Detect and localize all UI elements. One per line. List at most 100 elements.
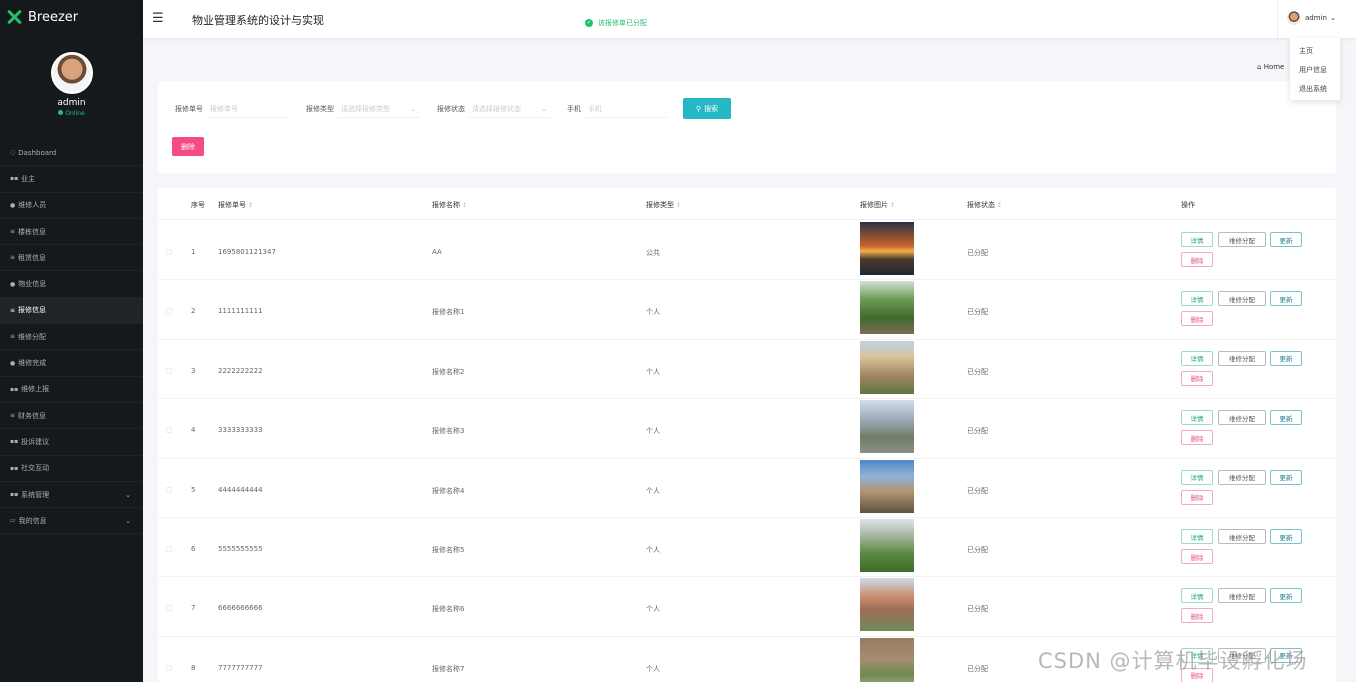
sidebar-item-label: 租赁信息 — [18, 253, 47, 262]
dropdown-item-home[interactable]: 主页 — [1290, 46, 1340, 65]
row-checkbox[interactable] — [166, 664, 172, 671]
detail-button[interactable]: 详情 — [1181, 469, 1213, 485]
update-button[interactable]: 更新 — [1270, 588, 1302, 604]
row-checkbox[interactable] — [166, 486, 172, 493]
sidebar-item[interactable]: ▪▪ 维修上报 — [0, 377, 143, 403]
detail-button[interactable]: 详情 — [1181, 410, 1213, 426]
row-checkbox[interactable] — [166, 367, 172, 374]
row-checkbox[interactable] — [166, 249, 172, 255]
sunset-photo[interactable] — [860, 222, 914, 275]
field-label: 报修类型 — [306, 105, 334, 113]
sidebar-item-label: 我的信息 — [18, 516, 47, 525]
col-status[interactable]: 报修状态 — [967, 200, 1002, 210]
assign-button[interactable]: 维修分配 — [1218, 469, 1266, 485]
phone-input[interactable]: 手机 — [585, 100, 667, 118]
detail-button[interactable]: 详情 — [1181, 350, 1213, 366]
building-photo[interactable] — [860, 340, 914, 394]
sidebar-item[interactable]: ≡ 维修分配 — [0, 324, 143, 351]
sidebar-item-label: 社交互动 — [21, 464, 50, 473]
search-panel: 报修单号 报修单号 报修类型 请选择报修类型 ⌄ 报修状态 请选择报修状态 ⌄ … — [158, 81, 1336, 173]
table-row: 2 1111111111 报修名称1 个人 已分配 详情 维修分配 更新 删除 — [158, 280, 1336, 340]
bulk-delete-button[interactable]: 删除 — [172, 137, 204, 156]
cell-type: 个人 — [646, 546, 660, 554]
street-photo[interactable] — [860, 400, 914, 454]
search-button[interactable]: ⚲ 搜索 — [683, 98, 731, 119]
status-select[interactable]: 请选择报修状态 ⌄ — [469, 100, 551, 118]
row-checkbox[interactable] — [166, 308, 172, 315]
courtyard-photo[interactable] — [860, 519, 914, 572]
sidebar-item[interactable]: ● 物业信息 — [0, 271, 143, 298]
type-select[interactable]: 请选择报修类型 ⌄ — [338, 100, 420, 118]
breadcrumb[interactable]: ⌂ Home — [1257, 63, 1284, 71]
col-number[interactable]: 报修单号 — [218, 200, 253, 210]
update-button[interactable]: 更新 — [1270, 350, 1302, 366]
sidebar-item-label: 楼栋信息 — [18, 227, 47, 236]
detail-button[interactable]: 详情 — [1181, 588, 1213, 604]
pin-icon: ● — [10, 280, 16, 288]
plaza-photo[interactable] — [860, 459, 914, 513]
sidebar-item[interactable]: ≡ 财务信息 — [0, 403, 143, 430]
path-photo[interactable] — [860, 637, 914, 682]
delete-button[interactable]: 删除 — [1181, 430, 1213, 446]
sidebar-item[interactable]: ▪▪ 系统管理 ⌄ — [0, 482, 143, 509]
list-icon: ≡ — [10, 412, 16, 420]
user-icon: ● — [10, 201, 16, 209]
topbar: ☰ 物业管理系统的设计与实现 ✓ 该报修单已分配 admin ⌄ — [143, 0, 1356, 38]
sidebar-item[interactable]: ▪▪ 社交互动 — [0, 456, 143, 482]
delete-button[interactable]: 删除 — [1181, 549, 1213, 564]
dropdown-item-profile[interactable]: 用户信息 — [1290, 65, 1340, 84]
assign-button[interactable]: 维修分配 — [1218, 232, 1266, 247]
col-name[interactable]: 报修名称 — [432, 200, 467, 210]
cell-index: 3 — [191, 366, 196, 375]
table-row: 1 1695801121347 AA 公共 已分配 详情 维修分配 更新 删除 — [158, 221, 1336, 281]
sidebar-profile: admin Online — [0, 34, 143, 140]
assign-button[interactable]: 维修分配 — [1218, 529, 1266, 544]
tower-photo[interactable] — [860, 578, 914, 632]
assign-button[interactable]: 维修分配 — [1218, 410, 1266, 426]
cell-type: 个人 — [646, 427, 660, 436]
sidebar-item[interactable]: ▪▪ 业主 — [0, 166, 143, 193]
sidebar-item[interactable]: ● 维修完成 — [0, 350, 143, 377]
delete-button[interactable]: 删除 — [1181, 608, 1213, 624]
col-type[interactable]: 报修类型 — [646, 200, 681, 210]
grid-icon: ▪▪ — [10, 438, 19, 446]
assign-button[interactable]: 维修分配 — [1218, 291, 1266, 307]
assign-button[interactable]: 维修分配 — [1218, 350, 1266, 366]
brand[interactable]: Breezer — [0, 0, 143, 34]
sidebar-item-label: 财务信息 — [18, 411, 47, 420]
data-table: 序号 报修单号 报修名称 报修类型 报修图片 报修状态 操作 1 16958011… — [158, 188, 1336, 682]
delete-button[interactable]: 删除 — [1181, 370, 1213, 386]
sidebar-item[interactable]: ≡ 楼栋信息 — [0, 219, 143, 246]
list-icon: ≡ — [10, 228, 16, 236]
row-checkbox[interactable] — [166, 546, 172, 552]
sidebar-item[interactable]: ▪▪ 投诉建议 — [0, 429, 143, 456]
sidebar-item[interactable]: ◌ Dashboard — [0, 140, 143, 167]
user-menu-button[interactable]: admin ⌄ — [1287, 11, 1336, 25]
table-header: 序号 报修单号 报修名称 报修类型 报修图片 报修状态 操作 — [158, 188, 1336, 220]
update-button[interactable]: 更新 — [1270, 291, 1302, 307]
row-checkbox[interactable] — [166, 427, 172, 434]
delete-button[interactable]: 删除 — [1181, 311, 1213, 327]
number-input[interactable]: 报修单号 — [207, 100, 289, 118]
menu-toggle-icon[interactable]: ☰ — [152, 11, 164, 26]
sidebar-item-label: 维修人员 — [18, 201, 47, 210]
update-button[interactable]: 更新 — [1270, 232, 1302, 247]
delete-button[interactable]: 删除 — [1181, 252, 1213, 267]
detail-button[interactable]: 详情 — [1181, 232, 1213, 247]
sidebar-item[interactable]: ≡ 租赁信息 — [0, 245, 143, 272]
dropdown-item-logout[interactable]: 退出系统 — [1290, 84, 1340, 103]
row-checkbox[interactable] — [166, 605, 172, 612]
delete-button[interactable]: 删除 — [1181, 489, 1213, 505]
assign-button[interactable]: 维修分配 — [1218, 588, 1266, 604]
detail-button[interactable]: 详情 — [1181, 529, 1213, 544]
garden-photo[interactable] — [860, 281, 914, 335]
sidebar-item[interactable]: ▭ 我的信息 ⌄ — [0, 508, 143, 535]
update-button[interactable]: 更新 — [1270, 469, 1302, 485]
detail-button[interactable]: 详情 — [1181, 291, 1213, 307]
col-image[interactable]: 报修图片 — [860, 200, 895, 210]
sidebar-item[interactable]: ≡ 报修信息 — [0, 297, 143, 325]
sidebar-item[interactable]: ● 维修人员 — [0, 193, 143, 219]
update-button[interactable]: 更新 — [1270, 410, 1302, 426]
update-button[interactable]: 更新 — [1270, 529, 1302, 544]
sidebar-item-label: 报修信息 — [18, 306, 47, 315]
